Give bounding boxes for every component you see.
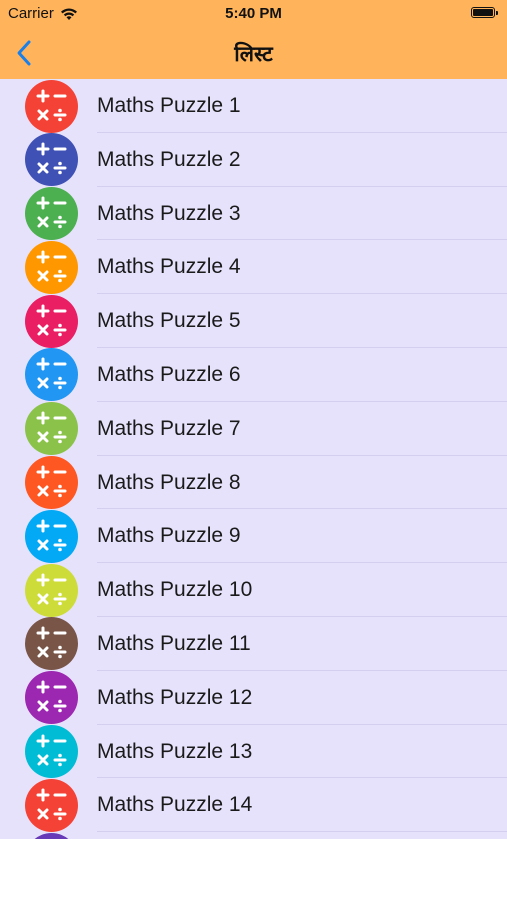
list-item-label: Maths Puzzle 7 <box>97 416 241 440</box>
list-item-label: Maths Puzzle 9 <box>97 524 241 548</box>
list-item-label: Maths Puzzle 1 <box>97 94 241 117</box>
list-item-label: Maths Puzzle 8 <box>97 470 241 494</box>
math-operators-icon <box>25 563 78 617</box>
status-bar: Carrier 5:40 PM <box>0 0 507 28</box>
list-item-label: Maths Puzzle 13 <box>97 739 253 763</box>
status-time: 5:40 PM <box>225 5 282 22</box>
math-operators-icon <box>25 348 78 402</box>
nav-bar: लिस्ट <box>0 28 507 79</box>
math-operators-icon <box>25 294 78 348</box>
puzzle-list[interactable]: Maths Puzzle 1 Maths Puzzle 2 Maths Puzzle… <box>0 79 507 839</box>
math-operators-icon <box>25 778 78 832</box>
list-item[interactable]: Maths Puzzle 4 <box>0 240 507 295</box>
list-item[interactable]: Maths Puzzle 2 <box>0 133 507 187</box>
math-operators-icon <box>25 456 78 510</box>
math-operators-icon <box>25 133 78 187</box>
list-item-label: Maths Puzzle 10 <box>97 578 253 602</box>
math-operators-icon <box>25 79 78 133</box>
list-item-label: Maths Puzzle 12 <box>97 685 253 709</box>
list-item[interactable]: Maths Puzzle 10 <box>0 563 507 617</box>
list-item[interactable]: Maths Puzzle 13 <box>0 725 507 779</box>
list-item-label: Maths Puzzle 11 <box>97 631 251 655</box>
list-item[interactable]: Maths Puzzle 14 <box>0 778 507 833</box>
list-item-label: Maths Puzzle 3 <box>97 201 241 225</box>
battery-icon <box>471 7 498 18</box>
list-item[interactable]: Maths Puzzle 8 <box>0 456 507 510</box>
list-item[interactable]: Maths Puzzle 11 <box>0 617 507 671</box>
list-item[interactable]: Maths Puzzle 5 <box>0 294 507 348</box>
list-item-label: Maths Puzzle 2 <box>97 147 241 171</box>
math-operators-icon <box>25 509 78 563</box>
list-item[interactable]: Maths Puzzle 6 <box>0 348 507 402</box>
list-item[interactable]: Maths Puzzle 7 <box>0 402 507 456</box>
math-operators-icon <box>25 671 78 725</box>
list-item-label: Maths Puzzle 6 <box>97 362 241 386</box>
math-operators-icon <box>25 617 78 671</box>
list-item[interactable]: Maths Puzzle 3 <box>0 187 507 241</box>
list-item[interactable]: Maths Puzzle 9 <box>0 509 507 564</box>
math-operators-icon <box>25 402 78 456</box>
page-title: लिस्ट <box>234 42 273 66</box>
list-item[interactable]: Maths Puzzle 1 <box>0 79 507 133</box>
list-item-label: Maths Puzzle 4 <box>97 255 241 279</box>
bottom-blank-area <box>0 839 507 900</box>
list-item[interactable]: Maths Puzzle 12 <box>0 671 507 725</box>
math-operators-icon <box>25 240 78 294</box>
list-item[interactable] <box>0 832 507 839</box>
math-operators-icon <box>25 725 78 779</box>
list-item-label: Maths Puzzle 14 <box>97 793 253 817</box>
list-item-label: Maths Puzzle 5 <box>97 309 241 333</box>
math-operators-icon <box>25 187 78 241</box>
